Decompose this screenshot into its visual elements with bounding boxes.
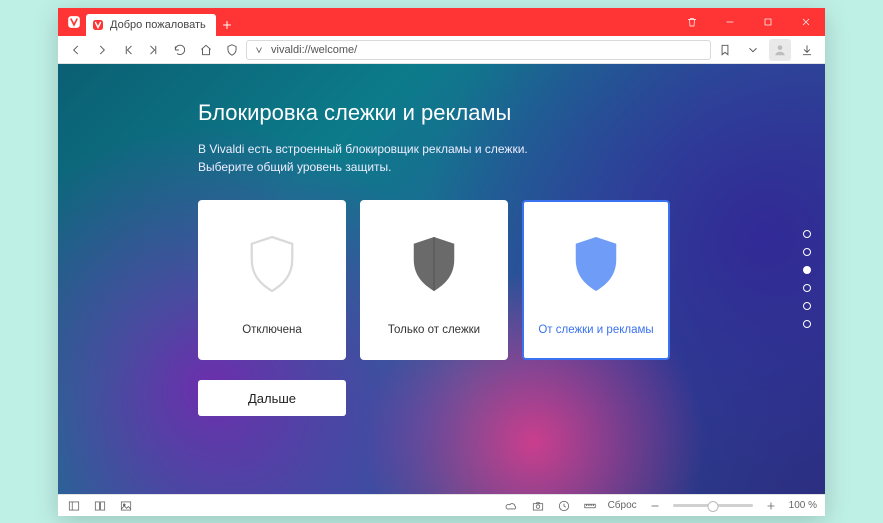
nav-fastforward-button[interactable] — [142, 38, 166, 62]
shield-filled-icon — [569, 232, 623, 296]
home-icon — [199, 43, 213, 57]
browser-tab[interactable]: Добро пожаловать — [86, 14, 216, 36]
sync-button[interactable] — [504, 498, 520, 514]
clock-icon — [557, 499, 571, 513]
shield-filled-icon — [407, 232, 461, 296]
option-card-disabled[interactable]: Отключена — [198, 200, 346, 360]
address-bar: vivaldi://welcome/ — [58, 36, 825, 64]
url-text: vivaldi://welcome/ — [271, 44, 357, 56]
option-cards: Отключена Только от слежки От слежки и р… — [198, 200, 825, 360]
welcome-content: Блокировка слежки и рекламы В Vivaldi ес… — [58, 64, 825, 494]
profile-button[interactable] — [769, 39, 791, 61]
page-lead: В Vivaldi есть встроенный блокировщик ре… — [198, 140, 825, 176]
minimize-icon — [724, 16, 736, 28]
panel-toggle-button[interactable] — [66, 498, 82, 514]
panel-icon — [67, 499, 81, 513]
trash-button[interactable] — [673, 8, 711, 36]
option-card-trackers[interactable]: Только от слежки — [360, 200, 508, 360]
clock-button[interactable] — [556, 498, 572, 514]
tab-title: Добро пожаловать — [110, 19, 206, 31]
window-maximize-button[interactable] — [749, 8, 787, 36]
grid-icon — [93, 499, 107, 513]
images-toggle-button[interactable] — [118, 498, 134, 514]
page-heading: Блокировка слежки и рекламы — [198, 100, 825, 126]
next-button[interactable]: Дальше — [198, 380, 346, 416]
nav-rewind-button[interactable] — [116, 38, 140, 62]
maximize-icon — [762, 16, 774, 28]
address-field[interactable]: vivaldi://welcome/ — [246, 40, 711, 60]
plus-icon — [764, 499, 778, 513]
step-dot[interactable] — [803, 248, 811, 256]
ruler-icon — [583, 499, 597, 513]
reload-icon — [173, 43, 187, 57]
zoom-out-button[interactable] — [647, 498, 663, 514]
nav-forward-button[interactable] — [90, 38, 114, 62]
window-close-button[interactable] — [787, 8, 825, 36]
shield-outline-icon — [245, 232, 299, 296]
nav-home-button[interactable] — [194, 38, 218, 62]
vivaldi-logo-icon — [64, 8, 84, 36]
user-icon — [773, 43, 787, 57]
status-bar: Сброс 100 % — [58, 494, 825, 516]
vivaldi-logo-icon — [92, 19, 104, 31]
step-dot-active[interactable] — [803, 266, 811, 274]
camera-icon — [531, 499, 545, 513]
bookmark-button[interactable] — [713, 38, 737, 62]
option-card-label: Только от слежки — [388, 324, 480, 336]
zoom-in-button[interactable] — [763, 498, 779, 514]
step-indicator — [803, 230, 811, 328]
trash-icon — [686, 16, 698, 28]
minus-icon — [648, 499, 662, 513]
option-card-label: Отключена — [242, 324, 302, 336]
nav-back-button[interactable] — [64, 38, 88, 62]
vivaldi-small-icon — [253, 44, 265, 56]
tiling-button[interactable] — [92, 498, 108, 514]
image-icon — [119, 499, 133, 513]
new-tab-button[interactable] — [216, 14, 238, 36]
download-icon — [800, 43, 814, 57]
chevron-right-icon — [95, 43, 109, 57]
shield-toggle-button[interactable] — [220, 38, 244, 62]
step-dot[interactable] — [803, 320, 811, 328]
shield-icon — [225, 43, 239, 57]
cloud-icon — [505, 499, 519, 513]
capture-button[interactable] — [530, 498, 546, 514]
ruler-button[interactable] — [582, 498, 598, 514]
option-card-ads[interactable]: От слежки и рекламы — [522, 200, 670, 360]
chevron-left-icon — [69, 43, 83, 57]
title-bar: Добро пожаловать — [58, 8, 825, 36]
rewind-icon — [121, 43, 135, 57]
zoom-slider[interactable] — [673, 504, 753, 507]
downloads-button[interactable] — [795, 38, 819, 62]
chevron-down-icon — [746, 43, 760, 57]
fast-forward-icon — [147, 43, 161, 57]
option-card-label: От слежки и рекламы — [538, 324, 653, 336]
window-minimize-button[interactable] — [711, 8, 749, 36]
dropdown-button[interactable] — [741, 38, 765, 62]
nav-reload-button[interactable] — [168, 38, 192, 62]
step-dot[interactable] — [803, 284, 811, 292]
close-icon — [800, 16, 812, 28]
zoom-level: 100 % — [789, 500, 817, 511]
bookmark-icon — [718, 43, 732, 57]
browser-window: Добро пожаловать vivaldi://welcome/ — [58, 8, 825, 516]
step-dot[interactable] — [803, 302, 811, 310]
zoom-reset-button[interactable]: Сброс — [608, 500, 637, 511]
step-dot[interactable] — [803, 230, 811, 238]
